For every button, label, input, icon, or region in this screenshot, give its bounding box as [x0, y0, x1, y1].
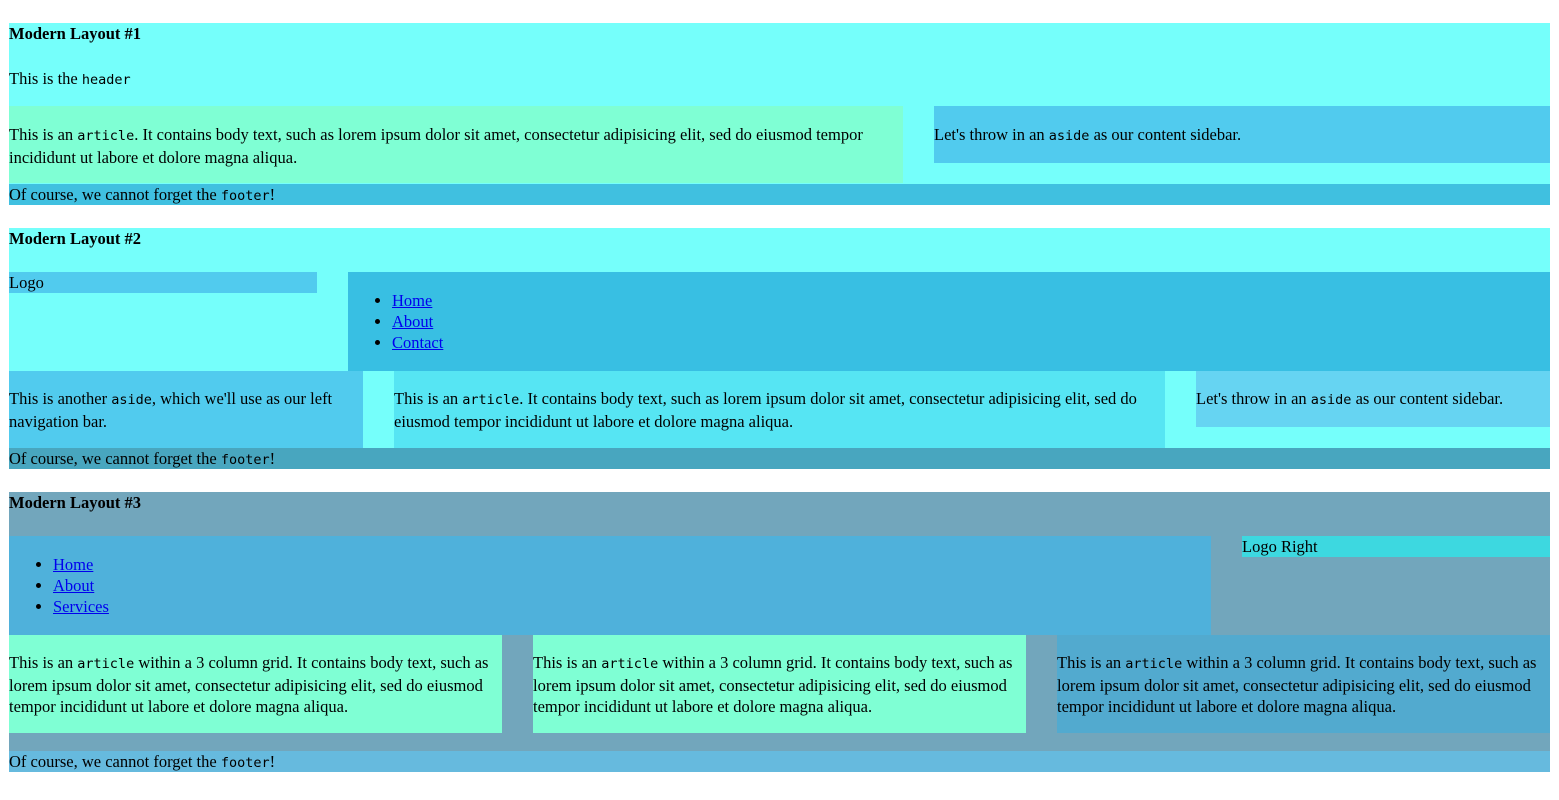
logo-right: Logo Right	[1242, 536, 1550, 557]
aside-sidebar: Let's throw in an aside as our content s…	[934, 106, 1550, 163]
article: This is an article. It contains body tex…	[394, 371, 1165, 448]
nav-link-home[interactable]: Home	[392, 291, 432, 310]
nav-link-about[interactable]: About	[392, 312, 433, 331]
footer: Of course, we cannot forget the footer!	[9, 184, 1550, 205]
nav-link-about[interactable]: About	[53, 576, 94, 595]
article-column-1: This is an article within a 3 column gri…	[9, 635, 502, 733]
main-nav: Home About Services	[9, 536, 1211, 635]
layout-3-title: Modern Layout #3	[9, 493, 141, 512]
nav-item-services: Services	[53, 596, 109, 617]
footer: Of course, we cannot forget the footer!	[9, 448, 1550, 469]
main-nav: Home About Contact	[348, 272, 1550, 371]
nav-link-home[interactable]: Home	[53, 555, 93, 574]
aside-sidebar: Let's throw in an aside as our content s…	[1196, 371, 1550, 427]
nav-item-contact: Contact	[392, 332, 443, 353]
left-aside-nav: This is another aside, which we'll use a…	[9, 371, 363, 448]
nav-item-about: About	[53, 575, 109, 596]
nav-item-home: Home	[53, 554, 109, 575]
nav-item-about: About	[392, 311, 443, 332]
article-column-2: This is an article within a 3 column gri…	[533, 635, 1026, 733]
header-text: This is the header	[9, 69, 131, 88]
layout-2-title: Modern Layout #2	[9, 229, 141, 248]
logo: Logo	[9, 272, 317, 293]
article-column-3: This is an article within a 3 column gri…	[1057, 635, 1550, 733]
nav-link-contact[interactable]: Contact	[392, 333, 443, 352]
article: This is an article. It contains body tex…	[9, 106, 903, 183]
layout-1-title: Modern Layout #1	[9, 24, 141, 43]
layout-2: Modern Layout #2 Logo Home About Contact…	[9, 228, 1550, 469]
footer: Of course, we cannot forget the footer!	[9, 751, 1550, 772]
nav-link-services[interactable]: Services	[53, 597, 109, 616]
layout-1: Modern Layout #1 This is the header This…	[9, 23, 1550, 205]
layout-3: Modern Layout #3 Home About Services Log…	[9, 492, 1550, 772]
nav-item-home: Home	[392, 290, 443, 311]
